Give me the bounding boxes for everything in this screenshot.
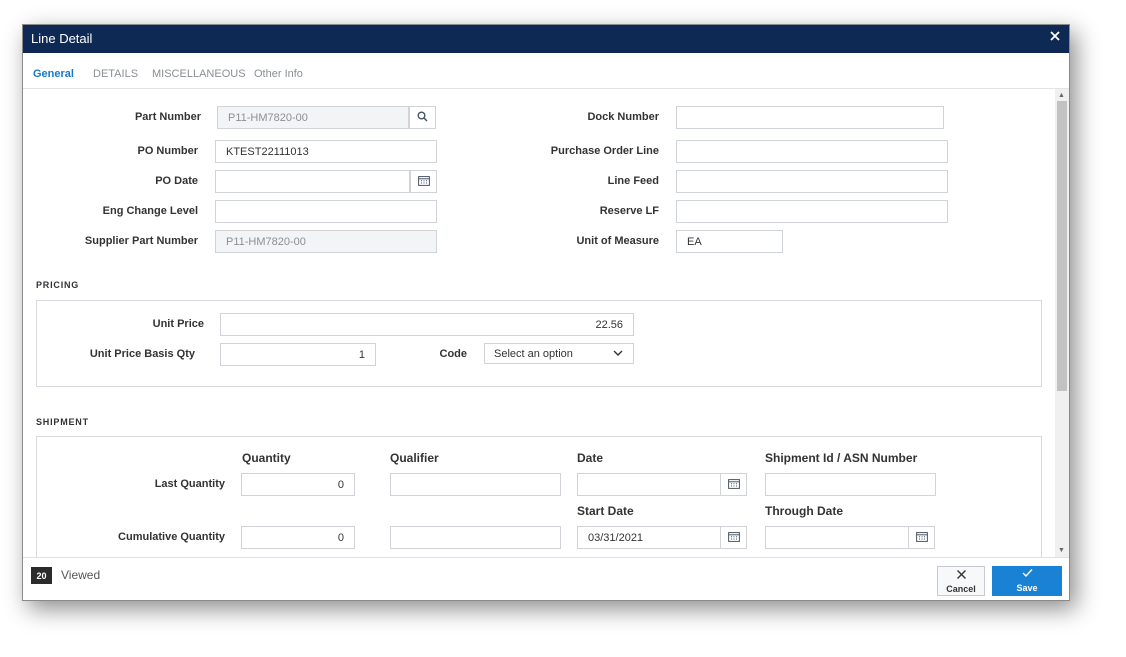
last-quantity-label: Last Quantity (154, 478, 225, 490)
tab-bar: General DETAILS MISCELLANEOUS Other Info (23, 63, 1069, 89)
unit-price-label: Unit Price (152, 318, 204, 330)
last-quantity-date-picker-button[interactable] (720, 473, 747, 496)
last-quantity-field[interactable]: 0 (241, 473, 355, 496)
tab-other-info[interactable]: Other Info (254, 68, 303, 80)
shipment-section-title: SHIPMENT (36, 417, 89, 427)
dialog-title: Line Detail (31, 31, 93, 46)
unit-of-measure-field[interactable]: EA (676, 230, 783, 253)
last-quantity-qualifier-field[interactable] (390, 473, 561, 496)
through-date-picker-button[interactable] (908, 526, 935, 549)
supplier-part-number-label: Supplier Part Number (84, 235, 198, 247)
cancel-button-label: Cancel (946, 584, 976, 594)
dialog-titlebar: Line Detail (23, 25, 1069, 53)
close-icon[interactable] (1049, 30, 1061, 46)
line-feed-field[interactable] (676, 170, 948, 193)
part-number-field[interactable]: P11-HM7820-00 (217, 106, 409, 129)
cancel-button[interactable]: Cancel (937, 566, 985, 596)
calendar-icon (417, 173, 430, 191)
unit-price-field[interactable]: 22.56 (220, 313, 634, 336)
po-date-label: PO Date (155, 175, 198, 187)
scrollbar-thumb[interactable] (1057, 101, 1067, 391)
eng-change-level-field[interactable] (215, 200, 437, 223)
code-label: Code (439, 348, 468, 360)
start-date-field[interactable]: 03/31/2021 (577, 526, 721, 549)
shipment-panel: Quantity Qualifier Date Shipment Id / AS… (36, 436, 1042, 557)
part-number-label: Part Number (134, 111, 201, 123)
date-column-header: Date (577, 451, 604, 465)
last-quantity-date-field[interactable] (577, 473, 721, 496)
part-search-button[interactable] (409, 106, 436, 129)
po-number-label: PO Number (137, 145, 198, 157)
reserve-lf-label: Reserve LF (599, 205, 659, 217)
line-detail-dialog: Line Detail General DETAILS MISCELLANEOU… (22, 24, 1070, 601)
unit-price-basis-qty-field[interactable]: 1 (220, 343, 376, 366)
po-number-field[interactable]: KTEST22111013 (215, 140, 437, 163)
vertical-scrollbar[interactable]: ▲ ▼ (1055, 89, 1069, 557)
unit-of-measure-label: Unit of Measure (576, 235, 659, 247)
start-date-label: Start Date (577, 504, 634, 518)
calendar-icon (727, 529, 740, 547)
supplier-part-number-field[interactable]: P11-HM7820-00 (215, 230, 437, 253)
viewed-count-badge: 20 (31, 567, 52, 584)
search-icon (417, 109, 428, 127)
code-select[interactable]: Select an option (484, 343, 634, 364)
po-date-picker-button[interactable] (410, 170, 437, 193)
start-date-picker-button[interactable] (720, 526, 747, 549)
through-date-label: Through Date (765, 504, 843, 518)
chevron-down-icon (613, 348, 623, 360)
scroll-up-icon[interactable]: ▲ (1058, 92, 1065, 99)
line-feed-label: Line Feed (607, 175, 659, 187)
shipment-id-field[interactable] (765, 473, 936, 496)
reserve-lf-field[interactable] (676, 200, 948, 223)
close-icon (938, 569, 984, 584)
cumulative-quantity-field[interactable]: 0 (241, 526, 355, 549)
pricing-section-title: PRICING (36, 280, 80, 290)
quantity-column-header: Quantity (242, 451, 291, 465)
pricing-panel: Unit Price 22.56 Unit Price Basis Qty 1 … (36, 300, 1042, 387)
tab-general[interactable]: General (33, 68, 74, 80)
check-icon (992, 568, 1062, 583)
save-button[interactable]: Save (992, 566, 1062, 596)
po-date-field[interactable] (215, 170, 410, 193)
calendar-icon (915, 529, 928, 547)
cumulative-quantity-label: Cumulative Quantity (118, 531, 225, 543)
code-select-value: Select an option (494, 348, 573, 360)
dialog-footer: 20 Viewed Cancel Save (23, 557, 1069, 600)
viewed-label: Viewed (61, 568, 101, 582)
through-date-field[interactable] (765, 526, 909, 549)
dialog-content: Part Number P11-HM7820-00 PO Number KTES… (23, 89, 1055, 557)
eng-change-level-label: Eng Change Level (102, 205, 198, 217)
purchase-order-line-field[interactable] (676, 140, 948, 163)
unit-price-basis-qty-label: Unit Price Basis Qty (89, 348, 195, 360)
tab-miscellaneous[interactable]: MISCELLANEOUS (152, 68, 246, 80)
purchase-order-line-label: Purchase Order Line (550, 145, 659, 157)
shipment-id-column-header: Shipment Id / ASN Number (765, 451, 918, 465)
scroll-down-icon[interactable]: ▼ (1058, 547, 1065, 554)
tab-details[interactable]: DETAILS (93, 68, 138, 80)
calendar-icon (727, 476, 740, 494)
dock-number-label: Dock Number (587, 111, 659, 123)
save-button-label: Save (1016, 583, 1038, 593)
qualifier-column-header: Qualifier (390, 451, 439, 465)
dock-number-field[interactable] (676, 106, 944, 129)
cumulative-quantity-qualifier-field[interactable] (390, 526, 561, 549)
